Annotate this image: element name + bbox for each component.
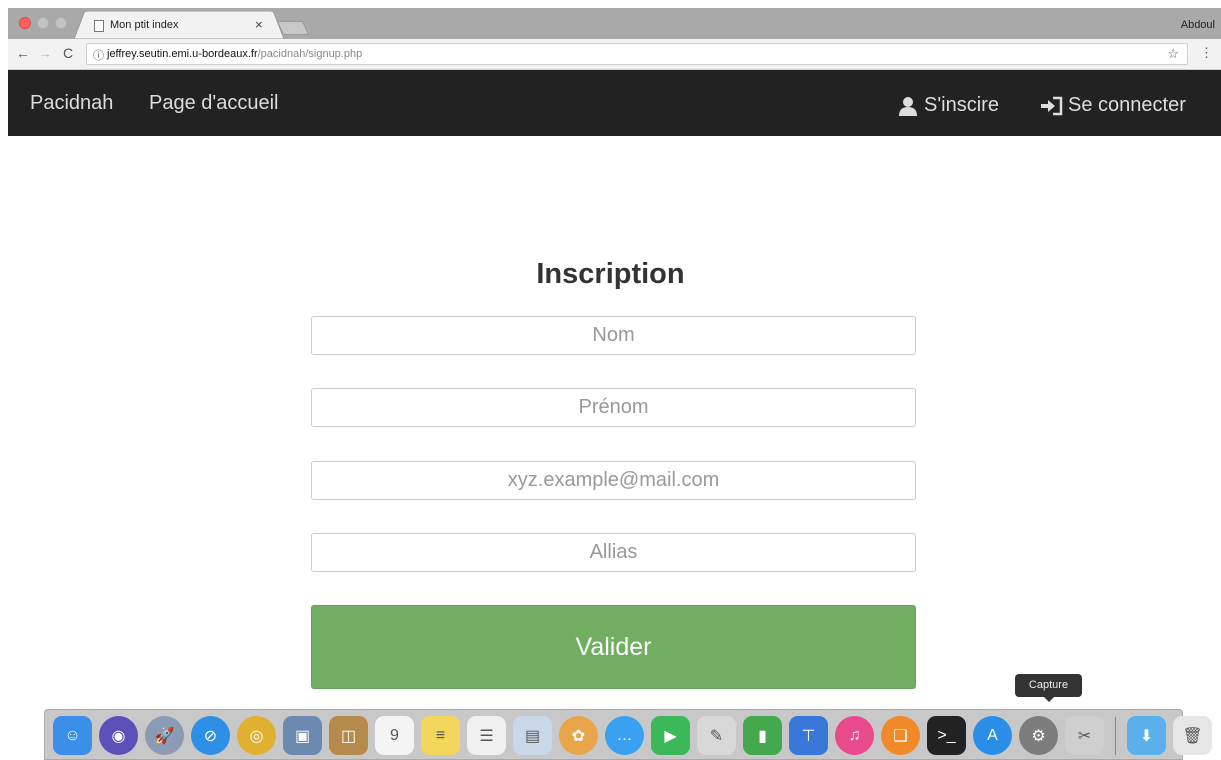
back-icon[interactable]: ← [16, 45, 30, 61]
log-in-icon [1040, 96, 1064, 116]
photo-booth-icon[interactable]: ▤ [513, 716, 552, 755]
submit-button[interactable]: Valider [311, 605, 916, 689]
url-host: jeffrey.seutin.emi.u-bordeaux.fr [107, 48, 258, 60]
info-icon[interactable]: ⓘ [93, 47, 104, 63]
contacts-icon[interactable]: ◫ [329, 716, 368, 755]
forward-icon[interactable]: → [38, 45, 52, 61]
finder-icon[interactable]: ☺ [53, 716, 92, 755]
downloads-folder-icon[interactable]: ⬇ [1127, 716, 1166, 755]
textedit-icon[interactable]: ✎ [697, 716, 736, 755]
nav-login-label: Se connecter [1068, 94, 1186, 116]
app-store-icon[interactable]: A [973, 716, 1012, 755]
screenshot-icon[interactable]: ✂ [1065, 716, 1104, 755]
trash-icon[interactable]: 🗑 [1173, 716, 1212, 755]
messages-icon[interactable]: … [605, 716, 644, 755]
tab-close-icon[interactable]: × [255, 17, 263, 32]
reload-icon[interactable]: C [63, 45, 73, 61]
nav-home-link[interactable]: Page d'accueil [149, 92, 278, 115]
alias-input[interactable] [311, 533, 916, 572]
url-text: jeffrey.seutin.emi.u-bordeaux.fr/pacidna… [107, 48, 362, 60]
nav-signup-label: S'inscire [924, 94, 999, 116]
terminal-icon[interactable]: >_ [927, 716, 966, 755]
reminders-icon[interactable]: ☰ [467, 716, 506, 755]
address-bar[interactable]: ⓘ jeffrey.seutin.emi.u-bordeaux.fr/pacid… [86, 43, 1188, 65]
dock-tooltip: Capture [1015, 674, 1082, 702]
preview-icon[interactable]: ▣ [283, 716, 322, 755]
photos-icon[interactable]: ✿ [559, 716, 598, 755]
nav-signup-link[interactable]: S'inscire [898, 94, 999, 117]
url-path: /pacidnah/signup.php [257, 48, 363, 60]
keynote-icon[interactable]: ⊤ [789, 716, 828, 755]
window-minimize-button[interactable] [37, 17, 49, 29]
window-close-button[interactable] [19, 17, 31, 29]
browser-toolbar: ← → C ⓘ jeffrey.seutin.emi.u-bordeaux.fr… [8, 39, 1221, 70]
browser-titlebar: Mon ptit index × Abdoul [8, 8, 1221, 39]
facetime-icon[interactable]: ▶ [651, 716, 690, 755]
numbers-icon[interactable]: ▮ [743, 716, 782, 755]
ibooks-icon[interactable]: ❑ [881, 716, 920, 755]
screen: Mon ptit index × Abdoul ← → C ⓘ jeffrey.… [0, 0, 1221, 760]
dock-icons: ☺ ◉ 🚀 ⊘ ◎ ▣ ◫ 9 ≡ ☰ ▤ ✿… ▶ ✎ ▮ ⊤ ♫ ❑ >_ A ⚙ ✂ ⬇ 🗑 [53, 716, 1212, 755]
browser-menu-icon[interactable]: ⋮ [1200, 45, 1213, 61]
safari-icon[interactable]: ⊘ [191, 716, 230, 755]
tab-title: Mon ptit index [110, 19, 179, 31]
bookmark-star-icon[interactable]: ☆ [1167, 46, 1179, 62]
calendar-icon[interactable]: 9 [375, 716, 414, 755]
nav-login-link[interactable]: Se connecter [1040, 94, 1186, 117]
window-maximize-button[interactable] [55, 17, 67, 29]
macos-dock: ☺ ◉ 🚀 ⊘ ◎ ▣ ◫ 9 ≡ ☰ ▤ ✿… ▶ ✎ ▮ ⊤ ♫ ❑ >_ A ⚙ ✂ ⬇ 🗑 [44, 709, 1212, 760]
notes-icon[interactable]: ≡ [421, 716, 460, 755]
new-tab-button[interactable] [276, 21, 310, 35]
page-icon [94, 20, 104, 32]
email-input[interactable] [311, 461, 916, 500]
page-title: Inscription [536, 258, 685, 290]
brand-link[interactable]: Pacidnah [30, 92, 113, 115]
system-preferences-icon[interactable]: ⚙ [1019, 716, 1058, 755]
launchpad-icon[interactable]: 🚀 [145, 716, 184, 755]
siri-icon[interactable]: ◉ [99, 716, 138, 755]
profile-name[interactable]: Abdoul [1181, 19, 1215, 31]
browser-tab[interactable] [74, 11, 284, 39]
user-icon [898, 96, 918, 116]
dock-separator [1115, 716, 1116, 755]
site-navbar: Pacidnah Page d'accueil S'inscire Se con… [8, 70, 1221, 136]
prenom-input[interactable] [311, 388, 916, 427]
itunes-icon[interactable]: ♫ [835, 716, 874, 755]
nom-input[interactable] [311, 316, 916, 355]
chrome-icon[interactable]: ◎ [237, 716, 276, 755]
